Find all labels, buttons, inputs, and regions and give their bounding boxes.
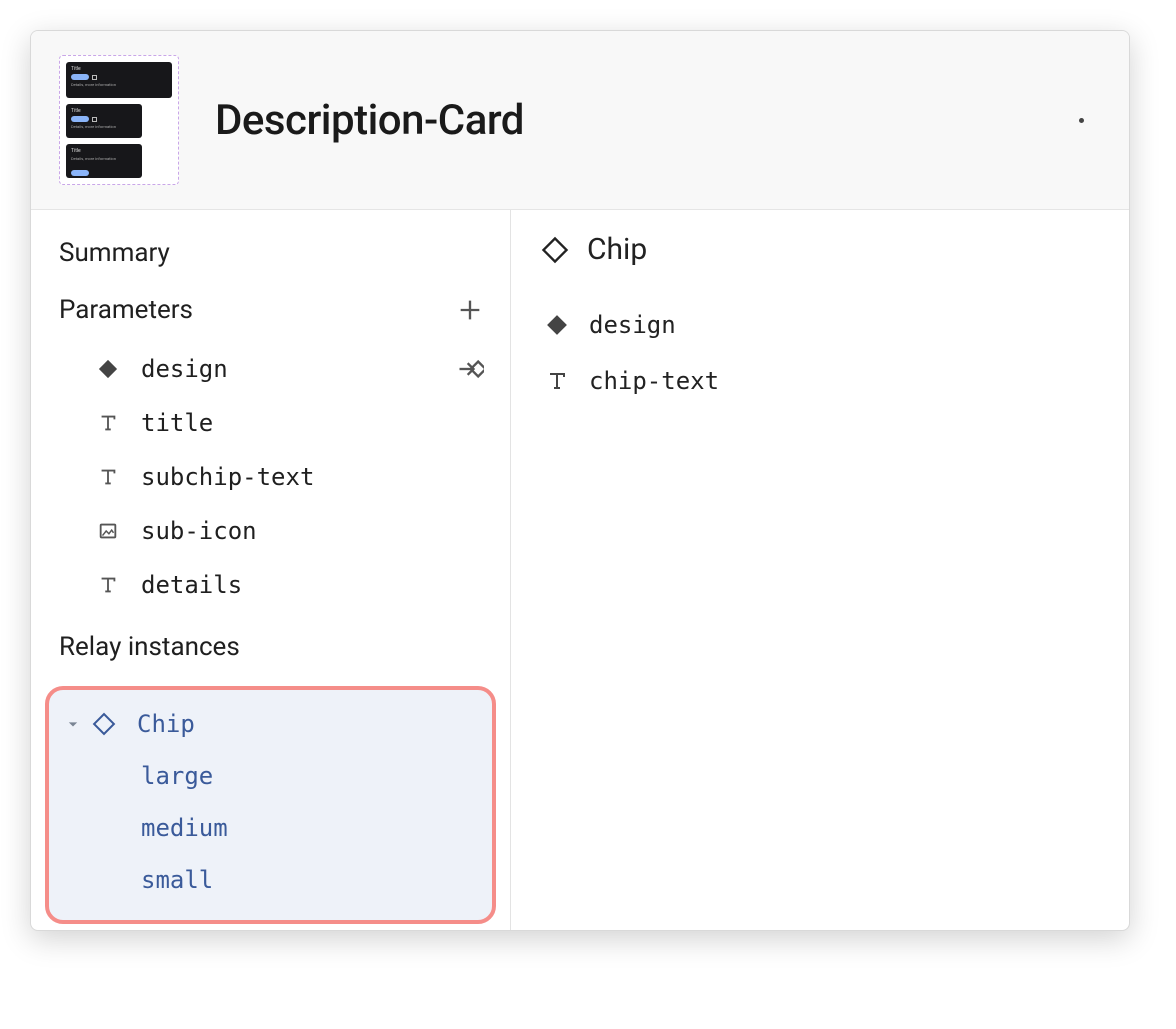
instance-param-label: design [589,311,676,339]
right-column: Chip design chip-text [511,210,1129,930]
instance-param-chip-text[interactable]: chip-text [541,353,1099,409]
parameter-row-subchip-text[interactable]: subchip-text [31,450,510,504]
map-input-icon[interactable] [456,355,484,383]
text-icon [97,466,119,488]
instance-title: Chip [587,232,647,267]
instance-param-label: chip-text [589,367,719,395]
caret-down-icon[interactable] [63,713,83,735]
more-options-button[interactable] [1061,100,1101,140]
left-column: Summary Parameters design title subchip-… [31,210,511,930]
diamond-outline-icon [541,236,569,264]
add-parameter-button[interactable] [452,292,488,328]
diamond-outline-icon [92,712,116,736]
text-icon [97,412,119,434]
relay-instance-highlight: Chip large medium small [45,686,496,924]
relay-instance-label: Chip [137,710,195,738]
parameter-label: details [141,571,488,599]
component-thumbnail: Title Details, more information Title De… [59,55,179,185]
parameter-row-design[interactable]: design [31,342,510,396]
instance-header: Chip [541,232,1099,267]
summary-section-link[interactable]: Summary [31,228,510,286]
diamond-solid-icon [97,358,119,380]
parameter-label: title [141,409,488,437]
parameter-label: sub-icon [141,517,488,545]
panel-header: Title Details, more information Title De… [31,31,1129,210]
more-vertical-icon [1079,118,1084,123]
component-inspector-panel: Title Details, more information Title De… [30,30,1130,931]
parameters-section-label: Parameters [59,295,452,325]
parameter-label: subchip-text [141,463,488,491]
text-icon [97,574,119,596]
relay-instances-section-label: Relay instances [31,612,510,680]
component-title: Description-Card [215,96,1061,145]
relay-instance-chip[interactable]: Chip [55,698,486,750]
text-icon [545,369,569,393]
relay-variant-large[interactable]: large [55,750,486,802]
parameter-row-title[interactable]: title [31,396,510,450]
parameter-row-sub-icon[interactable]: sub-icon [31,504,510,558]
parameter-row-details[interactable]: details [31,558,510,612]
plus-icon [456,296,484,324]
diamond-solid-icon [545,313,569,337]
relay-variant-small[interactable]: small [55,854,486,906]
parameter-label: design [141,355,452,383]
instance-param-design[interactable]: design [541,297,1099,353]
image-icon [97,520,119,542]
relay-variant-medium[interactable]: medium [55,802,486,854]
